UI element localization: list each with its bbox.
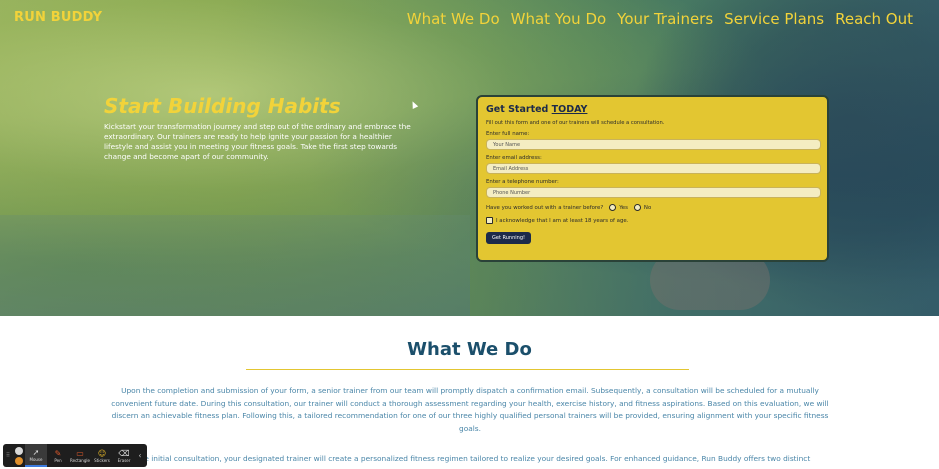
radio-yes-label: Yes [619, 204, 628, 211]
what-we-do-paragraph-2: g the initial consultation, your designa… [129, 454, 811, 463]
what-we-do-heading: What We Do [407, 339, 532, 360]
tool-rectangle[interactable]: ▭ Rectangle [69, 444, 91, 467]
email-label: Enter email address: [486, 155, 542, 161]
form-subtitle: Fill out this form and one of our traine… [486, 120, 665, 126]
radio-no[interactable] [633, 204, 641, 211]
name-label: Enter full name: [486, 131, 530, 137]
tool-stickers-label: Stickers [94, 457, 110, 463]
color-swatch-orange[interactable] [15, 456, 23, 465]
tool-eraser[interactable]: ⌫ Eraser [113, 444, 135, 467]
tool-eraser-label: Eraser [117, 457, 131, 463]
hero-section: RUN BUDDY What We Do What You Do Your Tr… [0, 0, 939, 316]
hero-title: Start Building Habits [104, 94, 341, 118]
trainer-question-label: Have you worked out with a trainer befor… [486, 204, 604, 211]
email-field[interactable]: Email Address [486, 163, 821, 174]
phone-label: Enter a telephone number: [486, 179, 559, 185]
age-ack-label: I acknowledge that I am at least 18 year… [496, 217, 629, 224]
hero-description: Kickstart your transformation journey an… [104, 122, 411, 162]
nav-link-your-trainers[interactable]: Your Trainers [617, 10, 713, 28]
tool-mouse-label: Mouse [29, 456, 43, 462]
name-field[interactable]: Your Name [486, 139, 821, 150]
rectangle-icon: ▭ [76, 448, 84, 458]
nav-link-service-plans[interactable]: Service Plans [724, 10, 824, 28]
brand-logo[interactable]: RUN BUDDY [14, 10, 102, 25]
tool-pen-label: Pen [54, 457, 62, 463]
phone-field[interactable]: Phone Number [486, 187, 821, 198]
radio-no-label: No [643, 204, 652, 211]
signup-form: Get Started TODAY Fill out this form and… [476, 95, 829, 262]
eraser-icon: ⌫ [118, 448, 130, 458]
age-checkbox[interactable] [486, 217, 493, 224]
pen-icon: ✎ [54, 448, 62, 458]
collapse-toolbar-icon[interactable]: ‹ [135, 451, 145, 460]
nav-link-reach-out[interactable]: Reach Out [835, 10, 913, 28]
tool-pen[interactable]: ✎ Pen [47, 444, 69, 467]
annotation-toolbar: ⠿ ➚ Mouse ✎ Pen ▭ Rectangle ☺ Stickers ⌫… [3, 444, 147, 467]
drag-handle-icon[interactable]: ⠿ [3, 444, 13, 467]
tool-rectangle-label: Rectangle [70, 457, 90, 463]
trainer-question-row: Have you worked out with a trainer befor… [486, 204, 819, 211]
form-heading-emphasis: TODAY [551, 104, 588, 115]
radio-yes[interactable] [609, 204, 617, 211]
sticker-icon: ☺ [97, 448, 107, 458]
what-we-do-paragraph-1: Upon the completion and submission of yo… [111, 386, 829, 433]
main-nav: What We Do What You Do Your Trainers Ser… [407, 10, 913, 28]
nav-link-what-you-do[interactable]: What You Do [511, 10, 607, 28]
form-heading: Get Started TODAY [486, 104, 819, 115]
tool-mouse[interactable]: ➚ Mouse [25, 444, 47, 467]
age-ack-row: I acknowledge that I am at least 18 year… [486, 217, 819, 224]
section-divider [246, 369, 689, 370]
color-swatch-white[interactable] [15, 446, 23, 455]
form-heading-text: Get Started [486, 104, 549, 115]
tool-stickers[interactable]: ☺ Stickers [91, 444, 113, 467]
toolbar-color-swatches [13, 446, 25, 465]
submit-button[interactable]: Get Running! [486, 232, 531, 244]
nav-link-what-we-do[interactable]: What We Do [407, 10, 500, 28]
cursor-icon: ➚ [32, 447, 40, 457]
